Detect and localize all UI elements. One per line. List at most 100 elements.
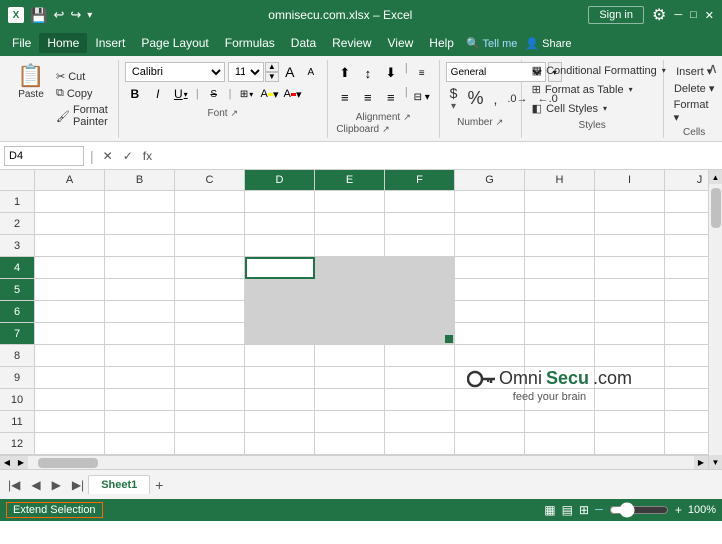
percent-button[interactable]: % (463, 87, 487, 110)
cell-F9[interactable] (385, 367, 455, 389)
row-header-3[interactable]: 3 (0, 235, 35, 257)
cell-F10[interactable] (385, 389, 455, 411)
cell-E8[interactable] (315, 345, 385, 367)
increase-font-button[interactable]: A (280, 62, 300, 82)
row-header-8[interactable]: 8 (0, 345, 35, 367)
format-cells-button[interactable]: Format ▾ (670, 98, 719, 125)
cell-D6[interactable] (245, 301, 315, 323)
add-sheet-button[interactable]: + (150, 477, 168, 493)
row-header-7[interactable]: 7 (0, 323, 35, 345)
cell-I11[interactable] (595, 411, 665, 433)
cell-I9[interactable] (595, 367, 665, 389)
align-bottom-button[interactable]: ⬇ (380, 62, 402, 84)
cell-B12[interactable] (105, 433, 175, 455)
cell-D3[interactable] (245, 235, 315, 257)
cell-C12[interactable] (175, 433, 245, 455)
cell-J2[interactable] (665, 213, 708, 235)
cell-D11[interactable] (245, 411, 315, 433)
cell-F8[interactable] (385, 345, 455, 367)
align-top-button[interactable]: ⬆ (334, 62, 356, 84)
cell-B2[interactable] (105, 213, 175, 235)
cell-H8[interactable] (525, 345, 595, 367)
cell-H5[interactable] (525, 279, 595, 301)
minimize-button[interactable]: ─ (674, 9, 682, 21)
cell-J9[interactable] (665, 367, 708, 389)
font-expand-icon[interactable]: ↗ (231, 108, 239, 119)
cell-E4[interactable] (315, 257, 385, 279)
cell-A9[interactable] (35, 367, 105, 389)
cut-button[interactable]: ✂ Cut (52, 69, 112, 84)
cell-G1[interactable] (455, 191, 525, 213)
menu-page-layout[interactable]: Page Layout (133, 33, 216, 53)
sheet-tab-1[interactable]: Sheet1 (88, 475, 150, 494)
cell-D7[interactable] (245, 323, 315, 345)
cell-H10[interactable] (525, 389, 595, 411)
italic-button[interactable]: I (148, 84, 168, 104)
cell-J12[interactable] (665, 433, 708, 455)
cell-F11[interactable] (385, 411, 455, 433)
font-size-decrease[interactable]: ▼ (265, 72, 279, 82)
maximize-button[interactable]: □ (690, 9, 697, 21)
sign-in-button[interactable]: Sign in (588, 6, 644, 24)
cell-E10[interactable] (315, 389, 385, 411)
cell-B5[interactable] (105, 279, 175, 301)
menu-help[interactable]: Help (421, 33, 462, 53)
font-size-increase[interactable]: ▲ (265, 62, 279, 72)
cell-D1[interactable] (245, 191, 315, 213)
menu-home[interactable]: Home (39, 33, 87, 53)
cell-H12[interactable] (525, 433, 595, 455)
cell-F6[interactable] (385, 301, 455, 323)
menu-review[interactable]: Review (324, 33, 379, 53)
zoom-slider[interactable] (609, 502, 669, 518)
row-header-2[interactable]: 2 (0, 213, 35, 235)
menu-data[interactable]: Data (283, 33, 324, 53)
row-header-9[interactable]: 9 (0, 367, 35, 389)
cell-C3[interactable] (175, 235, 245, 257)
cell-J5[interactable] (665, 279, 708, 301)
col-header-H[interactable]: H (525, 170, 595, 190)
cell-C6[interactable] (175, 301, 245, 323)
strikethrough-button[interactable]: S (204, 84, 224, 104)
v-scroll-down-button[interactable]: ▼ (709, 455, 722, 469)
row-header-4[interactable]: 4 (0, 257, 35, 279)
col-header-D[interactable]: D (245, 170, 315, 190)
conditional-formatting-button[interactable]: ▦ Conditional Formatting ▾ (528, 62, 670, 79)
underline-button[interactable]: U ▾ (171, 84, 191, 104)
decrease-font-button[interactable]: A (301, 62, 321, 82)
cell-D4[interactable] (245, 257, 315, 279)
vertical-scrollbar[interactable]: ▲ ▼ (708, 170, 722, 469)
cell-G2[interactable] (455, 213, 525, 235)
cell-G4[interactable] (455, 257, 525, 279)
cell-A10[interactable] (35, 389, 105, 411)
cell-A1[interactable] (35, 191, 105, 213)
font-name-select[interactable]: Calibri (125, 62, 225, 82)
col-header-B[interactable]: B (105, 170, 175, 190)
cell-E3[interactable] (315, 235, 385, 257)
cell-C10[interactable] (175, 389, 245, 411)
cell-F1[interactable] (385, 191, 455, 213)
cell-H3[interactable] (525, 235, 595, 257)
cell-A11[interactable] (35, 411, 105, 433)
cell-C7[interactable] (175, 323, 245, 345)
cell-C11[interactable] (175, 411, 245, 433)
row-header-10[interactable]: 10 (0, 389, 35, 411)
delete-cells-button[interactable]: Delete ▾ (670, 81, 718, 96)
cell-I12[interactable] (595, 433, 665, 455)
cell-G11[interactable] (455, 411, 525, 433)
cell-J6[interactable] (665, 301, 708, 323)
cell-E12[interactable] (315, 433, 385, 455)
cell-E5[interactable] (315, 279, 385, 301)
cell-B1[interactable] (105, 191, 175, 213)
cell-G9[interactable] (455, 367, 525, 389)
cell-A6[interactable] (35, 301, 105, 323)
save-button[interactable]: 💾 (30, 7, 47, 24)
cell-E6[interactable] (315, 301, 385, 323)
cell-J7[interactable] (665, 323, 708, 345)
col-header-F[interactable]: F (385, 170, 455, 190)
share-button[interactable]: 👤 Share (525, 37, 571, 50)
cell-H11[interactable] (525, 411, 595, 433)
cell-D12[interactable] (245, 433, 315, 455)
settings-icon[interactable]: ⚙ (652, 5, 666, 25)
col-header-J[interactable]: J (665, 170, 708, 190)
view-page-break-button[interactable]: ⊞ (579, 503, 589, 517)
